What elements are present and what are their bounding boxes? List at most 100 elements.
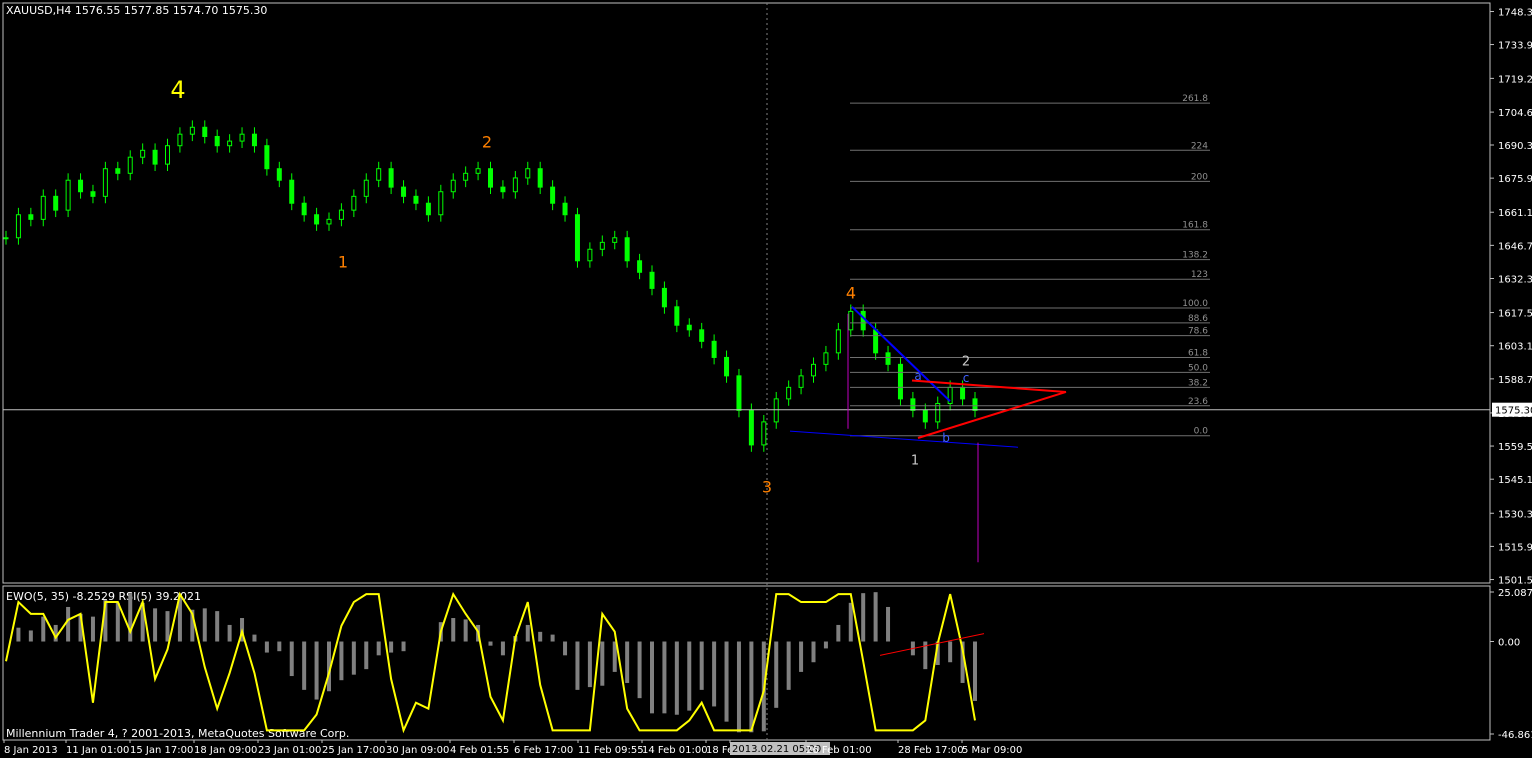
fib-label: 123	[1191, 270, 1208, 280]
ewo-bar	[662, 641, 667, 714]
ewo-bar	[401, 641, 406, 652]
wave-label: 1	[338, 252, 348, 271]
price-tick-label: 1501.50	[1498, 576, 1532, 587]
candle-body	[649, 271, 655, 289]
ewo-bar	[625, 641, 630, 683]
price-tick-label: 1733.95	[1498, 41, 1532, 52]
wave-label: 2	[482, 132, 492, 151]
ewo-bar	[128, 593, 133, 642]
candle-body	[922, 409, 928, 423]
candle-body	[537, 168, 543, 188]
price-tick-label: 1545.10	[1498, 475, 1532, 486]
ewo-bar	[786, 641, 791, 690]
wave-label: 4	[846, 283, 856, 302]
candle-body	[127, 156, 133, 174]
fib-label: 200	[1191, 172, 1208, 182]
fib-label: 38.2	[1188, 378, 1208, 388]
candle-body	[227, 140, 233, 147]
candle-body	[363, 179, 369, 197]
candle-body	[351, 195, 357, 211]
price-panel-border	[2, 2, 1491, 584]
ewo-bar	[488, 641, 493, 646]
candle-body	[264, 145, 270, 170]
candle-body	[811, 363, 816, 377]
candle-body	[165, 145, 170, 165]
candle-body	[438, 191, 444, 216]
candle-body	[711, 340, 717, 358]
indicator-panel-border	[2, 585, 1491, 741]
wave-label: a	[914, 369, 921, 383]
candle-body	[463, 172, 469, 181]
time-tick-label: 11 Feb 09:55	[578, 745, 644, 756]
ewo-bar	[351, 641, 356, 675]
candle-body	[873, 329, 879, 354]
ewo-bar	[736, 641, 741, 733]
candle-body	[202, 126, 208, 137]
candle-body	[848, 310, 854, 331]
fib-label: 261.8	[1182, 94, 1208, 104]
candle-body	[860, 310, 866, 331]
candle-body	[488, 168, 493, 188]
ewo-bar	[948, 641, 953, 663]
ewo-bar	[637, 641, 642, 699]
candle-body	[177, 133, 183, 147]
candle-body	[401, 186, 407, 197]
ewo-bar	[873, 592, 878, 642]
candle-body	[276, 168, 282, 181]
ewo-bar	[550, 634, 555, 642]
ewo-bar	[712, 641, 717, 707]
candle-body	[661, 287, 667, 308]
ewo-bar	[115, 602, 120, 642]
ewo-bar	[799, 641, 804, 672]
price-tick-label: 1690.30	[1498, 141, 1532, 152]
wave-label: 1	[911, 453, 919, 468]
candle-body	[724, 356, 730, 377]
candle-body	[612, 237, 618, 243]
candle-body	[885, 352, 891, 365]
ewo-bar	[364, 641, 369, 670]
rsi-line	[5, 591, 976, 734]
ewo-bar	[16, 627, 21, 642]
candle-body	[960, 386, 966, 400]
wave-label: 4	[170, 76, 185, 104]
ewo-bar	[749, 641, 754, 733]
time-tick-label: 4 Feb 01:55	[450, 745, 509, 756]
time-tick-label: 6 Feb 17:00	[514, 745, 573, 756]
ewo-bar	[215, 611, 220, 642]
ewo-bar	[314, 641, 319, 700]
candle-body	[450, 179, 456, 193]
price-tick-label: 1632.30	[1498, 275, 1532, 286]
candle-body	[376, 168, 382, 181]
ewo-bar	[600, 641, 605, 686]
ewo-bar	[153, 608, 158, 642]
fib-label: 23.6	[1188, 397, 1208, 407]
price-tick-label: 1748.30	[1498, 8, 1532, 19]
ewo-bar	[525, 624, 530, 642]
price-tick-label: 1588.70	[1498, 375, 1532, 386]
time-tick-label: 28 Feb 17:00	[898, 745, 964, 756]
candle-body	[388, 168, 394, 188]
time-tick-label: 18 Jan 09:00	[194, 745, 257, 756]
candle-body	[761, 421, 767, 446]
price-chart[interactable]: 1748.30 1733.95 1719.25 1704.60 1690.30 1675.…	[0, 0, 1532, 758]
ewo-bar	[451, 618, 456, 642]
fib-label: 88.6	[1188, 314, 1208, 324]
ewo-bar	[886, 606, 891, 642]
time-tick-label: 8 Jan 2013	[4, 745, 58, 756]
fib-label: 161.8	[1182, 221, 1208, 231]
ewo-bar	[264, 641, 269, 653]
candle-body	[699, 329, 705, 342]
candle-body	[338, 209, 344, 220]
candle-body	[251, 133, 257, 147]
time-tick-label: 11 Jan 01:00	[66, 745, 129, 756]
ewo-bar	[66, 606, 71, 642]
ewo-bar	[165, 611, 170, 642]
candle-body	[189, 126, 195, 135]
price-tick-label: 1617.50	[1498, 309, 1532, 320]
ewo-bar	[674, 641, 679, 715]
time-tick-label: 14 Feb 01:00	[642, 745, 708, 756]
candle-body	[910, 398, 916, 411]
candle-body	[115, 168, 121, 174]
ewo-bar	[811, 641, 816, 663]
candle-body	[289, 179, 295, 204]
